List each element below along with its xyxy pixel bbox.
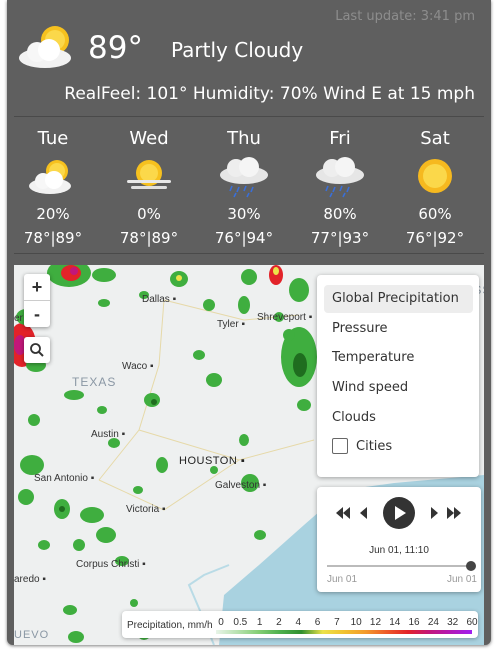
step-forward-button[interactable]: [429, 506, 439, 520]
city-label-shreveport: Shreveport ▪: [257, 312, 313, 323]
cities-label: Cities: [356, 439, 393, 454]
divider: [14, 253, 484, 254]
precipitation-legend: Precipitation, mm/h 0 0.5 1 2 4 6 7 10 12 14 16 24 3…: [122, 611, 478, 638]
current-temperature: 89°: [88, 30, 143, 66]
day-name: Sat: [420, 128, 450, 149]
layer-cities[interactable]: Cities: [324, 433, 473, 461]
temp-range: 78°|89°: [119, 229, 179, 247]
forecast-day: Fri 80% 77°|93°: [295, 124, 385, 247]
precip-chance: 30%: [227, 205, 261, 223]
forecast-day: Sat 60% 76°|92°: [390, 124, 480, 247]
city-label-corpus-christi: Corpus Christi ▪: [76, 559, 146, 570]
legend-color-scale: [216, 630, 472, 634]
time-slider[interactable]: [327, 565, 471, 567]
zoom-control: + -: [24, 274, 50, 327]
city-label-dallas: Dallas ▪: [142, 294, 177, 305]
layer-clouds[interactable]: Clouds: [324, 404, 473, 432]
city-label-san-antonio: San Antonio ▪: [34, 473, 95, 484]
rain-cloud-icon: [220, 157, 268, 198]
city-label-laredo: aredo ▪: [14, 574, 46, 585]
radar-map[interactable]: er Dallas ▪ Tyler ▪ Shreveport ▪ TEXAS W…: [14, 265, 484, 645]
time-slider-thumb[interactable]: [466, 561, 476, 571]
day-name: Tue: [37, 128, 69, 149]
city-label: er: [14, 313, 23, 324]
city-label-waco: Waco ▪: [122, 361, 154, 372]
forecast-day: Thu 30% 76°|94°: [199, 124, 289, 247]
layer-global-precipitation[interactable]: Global Precipitation: [324, 285, 473, 313]
region-label: UEVO: [14, 629, 50, 641]
layer-pressure[interactable]: Pressure: [324, 315, 473, 343]
partly-cloudy-icon: [19, 26, 71, 68]
cities-checkbox[interactable]: [332, 437, 348, 454]
rain-cloud-icon: [316, 157, 364, 198]
city-label-houston: HOUSTON ▪: [179, 455, 246, 467]
state-label: TEXAS: [72, 375, 117, 389]
step-back-button[interactable]: [359, 506, 369, 520]
day-name: Fri: [329, 128, 351, 149]
weather-details: RealFeel: 101° Humidity: 70% Wind E at 1…: [64, 84, 475, 104]
temp-range: 77°|93°: [310, 229, 370, 247]
weather-widget: Last update: 3:41 pm 89° Partly Cloudy R…: [7, 0, 491, 645]
search-icon: [30, 343, 44, 357]
day-name: Thu: [227, 128, 261, 149]
zoom-in-button[interactable]: +: [24, 274, 50, 300]
legend-tick: 60: [466, 617, 478, 628]
precip-chance: 60%: [418, 205, 452, 223]
last-update-text: Last update: 3:41 pm: [335, 9, 475, 24]
partly-cloudy-icon: [29, 160, 71, 194]
city-label-galveston: Galveston ▪: [215, 480, 267, 491]
temp-range: 78°|89°: [23, 229, 83, 247]
city-label-victoria: Victoria ▪: [126, 504, 166, 515]
precip-chance: 0%: [137, 205, 161, 223]
search-button[interactable]: [24, 337, 50, 363]
current-time: Jun 01, 11:10: [369, 545, 429, 556]
layer-wind-speed[interactable]: Wind speed: [324, 374, 473, 402]
layer-temperature[interactable]: Temperature: [324, 344, 473, 372]
time-player: Jun 01, 11:10 Jun 01 Jun 01: [317, 487, 481, 592]
city-label-austin: Austin ▪: [91, 429, 126, 440]
hazy-sun-icon: [127, 160, 171, 189]
range-end: Jun 01: [446, 574, 477, 585]
temp-range: 76°|94°: [214, 229, 274, 247]
sun-icon: [418, 159, 452, 193]
range-start: Jun 01: [327, 574, 358, 585]
legend-title: Precipitation, mm/h: [127, 620, 213, 631]
day-name: Wed: [129, 128, 169, 149]
skip-back-button[interactable]: [335, 506, 353, 520]
divider: [14, 116, 484, 117]
temp-range: 76°|92°: [405, 229, 465, 247]
precip-chance: 80%: [323, 205, 357, 223]
skip-forward-button[interactable]: [445, 506, 463, 520]
forecast-row: Tue 20% 78°|89° Wed 0% 78°|89° Thu 30% 7…: [7, 124, 491, 249]
current-condition: Partly Cloudy: [171, 38, 304, 62]
layer-menu: Global Precipitation Pressure Temperatur…: [317, 275, 479, 477]
zoom-out-button[interactable]: -: [24, 301, 50, 327]
time-slider-fill: [327, 565, 471, 567]
play-button[interactable]: [382, 496, 416, 530]
precip-chance: 20%: [36, 205, 70, 223]
city-label-tyler: Tyler ▪: [217, 319, 245, 330]
forecast-day: Wed 0% 78°|89°: [104, 124, 194, 247]
forecast-day: Tue 20% 78°|89°: [8, 124, 98, 247]
